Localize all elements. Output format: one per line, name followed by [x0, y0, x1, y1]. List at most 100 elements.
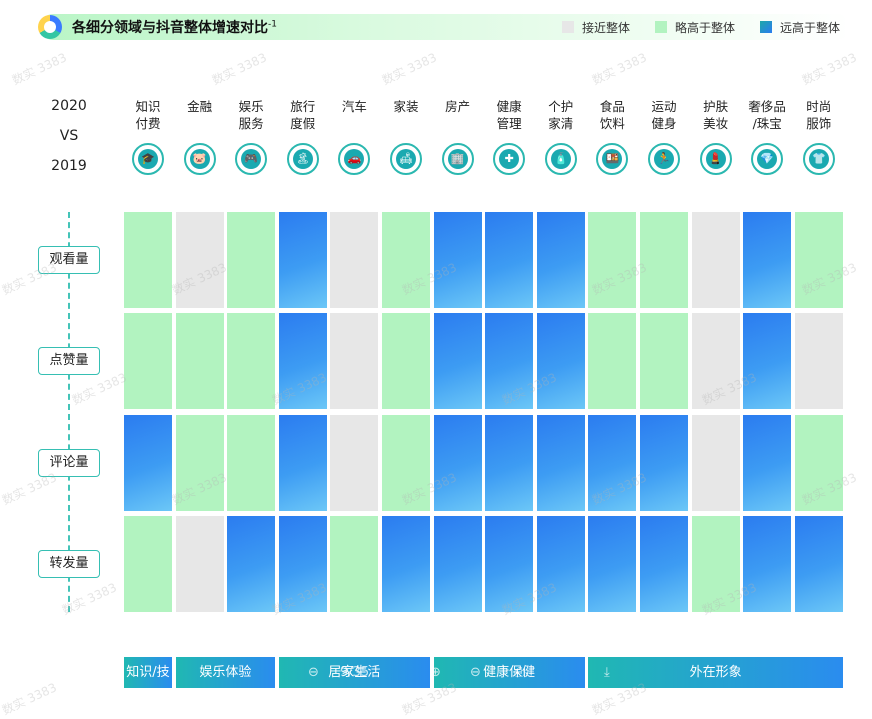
heatmap-cell	[794, 414, 843, 511]
heatmap-cell	[485, 212, 534, 308]
bottle-icon: 🧴	[544, 143, 577, 175]
group-label: 娱乐体验	[175, 657, 276, 688]
gem-icon: 💎	[751, 143, 784, 175]
zoom-in-icon[interactable]: ⊕	[430, 657, 441, 688]
building-icon: 🏢	[441, 143, 474, 175]
heatmap-cell	[124, 313, 172, 410]
heatmap-cell	[330, 212, 379, 308]
column-label: 金融	[187, 99, 213, 114]
car-icon: 🚗	[338, 143, 371, 175]
heatmap-cell	[278, 515, 327, 612]
legend-swatch-near	[562, 21, 574, 33]
gem-icon-glyph: 💎	[757, 149, 778, 169]
food-icon: 🍱	[596, 143, 629, 175]
download-icon[interactable]: ⤓	[604, 657, 610, 688]
medical-kit-icon: ✚	[493, 143, 526, 175]
bottle-icon-glyph: 🧴	[550, 149, 571, 169]
heatmap-cell	[640, 313, 688, 410]
watermark-text: 数实 3383	[0, 680, 59, 718]
building-icon-glyph: 🏢	[447, 149, 468, 169]
heatmap-cell	[640, 515, 688, 612]
heatmap-cell	[227, 414, 276, 511]
legend-label-much-higher: 远高于整体	[780, 20, 841, 35]
watermark-text: 数实 3383	[209, 50, 269, 88]
heatmap-cell	[227, 212, 276, 308]
heatmap-cell	[278, 414, 327, 511]
heatmap-cell	[743, 212, 792, 308]
heatmap-cell	[588, 414, 637, 511]
heatmap-cell	[588, 212, 637, 308]
row-label: 评论量	[38, 448, 100, 477]
heatmap-cell	[382, 515, 430, 612]
legend-label-near: 接近整体	[582, 20, 631, 35]
column-label: 汽车	[341, 99, 367, 114]
heatmap-cell	[278, 313, 327, 410]
sofa-icon: 🛋	[390, 143, 422, 175]
beach-icon-glyph: 🏝	[292, 149, 313, 169]
graduation-cap-icon-glyph: 🎓	[138, 149, 158, 169]
heatmap-cell	[175, 515, 224, 612]
heatmap-cell	[433, 515, 482, 612]
heatmap-cell	[433, 313, 482, 410]
watermark-text: 数实 3383	[799, 50, 859, 88]
title-logo-icon	[38, 15, 62, 39]
medical-kit-icon-glyph: ✚	[499, 149, 520, 169]
heatmap-cell	[175, 212, 224, 308]
column-label: 旅行 度假	[290, 99, 316, 131]
heatmap-cell	[124, 414, 172, 511]
column-label: 健康 管理	[496, 99, 522, 131]
heatmap-cell	[278, 212, 327, 308]
row-label: 观看量	[38, 246, 100, 274]
heatmap-cell	[588, 515, 637, 612]
beach-icon: 🏝	[286, 143, 319, 175]
column-label: 时尚 服饰	[806, 99, 832, 131]
heatmap-cell	[175, 414, 224, 511]
column-label: 知识 付费	[135, 99, 161, 131]
heatmap-cell	[227, 515, 276, 612]
heatmap-cell	[640, 414, 688, 511]
car-icon-glyph: 🚗	[344, 149, 365, 169]
heatmap-cell	[382, 212, 430, 308]
heatmap-cell	[743, 414, 792, 511]
column-label: 娱乐 服务	[238, 99, 264, 131]
column-label: 房产	[445, 99, 471, 114]
column-label: 奢侈品 /珠宝	[748, 99, 786, 131]
heatmap-cell	[743, 515, 792, 612]
heatmap-cell	[433, 212, 482, 308]
heatmap-cell	[433, 414, 482, 511]
column-label: 食品 饮料	[599, 99, 625, 131]
legend-item-much-higher: 远高于整体	[760, 19, 840, 35]
heatmap-cell	[794, 212, 843, 308]
legend-label-slightly-higher: 略高于整体	[675, 20, 736, 35]
heatmap-cell	[330, 313, 379, 410]
column-label: 家装	[393, 99, 419, 114]
graduation-cap-icon: 🎓	[132, 143, 164, 175]
heatmap-cell	[794, 515, 843, 612]
shirt-icon-glyph: 👕	[808, 149, 829, 169]
watermark-text: 数实 3383	[9, 50, 69, 88]
zoom-out-icon[interactable]: ⊖	[308, 657, 319, 688]
shirt-icon: 👕	[802, 143, 835, 175]
legend-swatch-much-higher	[760, 21, 772, 33]
heatmap-cell	[794, 313, 843, 410]
gamepad-icon-glyph: 🎮	[241, 149, 262, 169]
heatmap-cell	[382, 414, 430, 511]
column-label: 个护 家清	[548, 99, 574, 131]
heatmap-cell	[485, 313, 534, 410]
fit-icon[interactable]: ⊖	[470, 657, 481, 688]
vs-label: VS	[59, 128, 79, 144]
piggy-bank-icon-glyph: 🐷	[189, 149, 210, 169]
heatmap-cell	[330, 515, 379, 612]
year-b-label: 2019	[51, 158, 87, 174]
page-controls: ⊖ 9/35 ⊕ ⊖ ⎙ ⤓	[300, 657, 640, 688]
heatmap-cell	[691, 414, 740, 511]
heatmap-cell	[691, 212, 740, 308]
heatmap-cell	[691, 313, 740, 410]
sofa-icon-glyph: 🛋	[396, 149, 416, 169]
heatmap-cell	[536, 515, 585, 612]
print-icon[interactable]: ⎙	[514, 657, 524, 688]
heatmap-cell	[743, 313, 792, 410]
heatmap-cell	[227, 313, 276, 410]
treadmill-icon: 🏃	[648, 143, 680, 175]
heatmap-cell	[175, 313, 224, 410]
